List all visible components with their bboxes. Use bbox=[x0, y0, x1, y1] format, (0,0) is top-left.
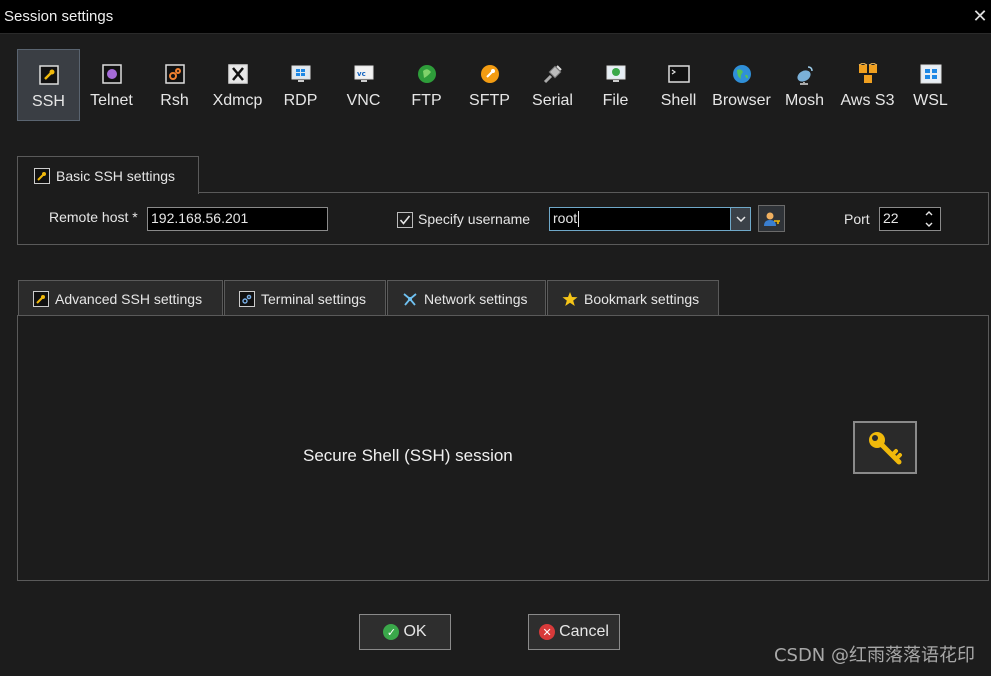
session-type-mosh[interactable]: Mosh bbox=[773, 49, 836, 121]
tab-label: Basic SSH settings bbox=[56, 167, 176, 184]
session-type-rsh[interactable]: Rsh bbox=[143, 49, 206, 121]
session-type-label: VNC bbox=[346, 92, 381, 109]
username-combobox[interactable]: root bbox=[549, 207, 751, 231]
tab-content-panel: Secure Shell (SSH) session bbox=[17, 315, 989, 581]
arrow-up-icon[interactable] bbox=[925, 211, 933, 216]
tab-basic-ssh-settings[interactable]: Basic SSH settings bbox=[17, 156, 199, 194]
cancel-label: Cancel bbox=[559, 623, 609, 640]
user-key-icon bbox=[763, 212, 780, 226]
arrow-down-icon[interactable] bbox=[925, 222, 933, 227]
tab-label: Bookmark settings bbox=[584, 290, 700, 307]
rsh-icon bbox=[164, 63, 186, 85]
window-title: Session settings bbox=[4, 8, 114, 25]
session-type-file[interactable]: File bbox=[584, 49, 647, 121]
session-type-label: SSH bbox=[32, 93, 65, 110]
session-type-serial[interactable]: Serial bbox=[521, 49, 584, 121]
network-icon bbox=[402, 291, 418, 307]
check-icon: ✓ bbox=[383, 624, 400, 640]
ftp-icon bbox=[416, 63, 438, 85]
username-value: root bbox=[553, 210, 578, 226]
remote-host-input[interactable]: 192.168.56.201 bbox=[147, 207, 328, 231]
tab-advanced-ssh-settings[interactable]: Advanced SSH settings bbox=[18, 280, 223, 316]
tab-label: Advanced SSH settings bbox=[55, 290, 203, 307]
chevron-down-icon bbox=[735, 216, 746, 222]
session-type-label: SFTP bbox=[469, 92, 510, 109]
port-label: Port bbox=[844, 211, 870, 227]
key-icon bbox=[853, 421, 917, 474]
session-type-sftp[interactable]: SFTP bbox=[458, 49, 521, 121]
session-type-label: Shell bbox=[660, 92, 697, 109]
shell-icon bbox=[667, 63, 690, 85]
session-type-rdp[interactable]: RDP bbox=[269, 49, 332, 121]
username-dropdown-button[interactable] bbox=[730, 208, 750, 230]
wsl-icon bbox=[920, 63, 942, 85]
terminal-icon bbox=[239, 290, 255, 307]
watermark: CSDN @红雨落落语花印 bbox=[773, 645, 975, 666]
ok-button[interactable]: ✓ OK bbox=[359, 614, 451, 650]
ok-label: OK bbox=[403, 623, 427, 640]
cancel-button[interactable]: ✕ Cancel bbox=[528, 614, 620, 650]
session-type-ssh[interactable]: SSH bbox=[17, 49, 80, 121]
star-icon bbox=[562, 291, 578, 307]
session-settings-dialog: SSH Telnet Rsh Xdmcp RDP vc VNC FTP SFTP… bbox=[0, 35, 991, 676]
session-type-label: Serial bbox=[532, 92, 573, 109]
tab-label: Terminal settings bbox=[261, 290, 367, 307]
remote-host-label: Remote host * bbox=[49, 209, 138, 225]
tab-network-settings[interactable]: Network settings bbox=[387, 280, 546, 316]
session-type-label: Aws S3 bbox=[840, 92, 895, 109]
session-type-xdmcp[interactable]: Xdmcp bbox=[206, 49, 269, 121]
wrench-icon bbox=[34, 167, 50, 184]
checkmark-icon bbox=[399, 215, 411, 225]
session-type-label: Mosh bbox=[784, 92, 825, 109]
session-type-shell[interactable]: Shell bbox=[647, 49, 710, 121]
close-icon[interactable]: ✕ bbox=[969, 4, 991, 28]
rdp-icon bbox=[290, 63, 312, 85]
tab-label: Network settings bbox=[424, 290, 528, 307]
aws-s3-icon bbox=[857, 63, 879, 85]
title-bar: Session settings ✕ bbox=[0, 0, 991, 34]
vnc-icon: vc bbox=[353, 63, 375, 85]
user-credentials-button[interactable] bbox=[758, 205, 785, 232]
serial-icon bbox=[542, 63, 564, 85]
specify-username-label: Specify username bbox=[418, 211, 531, 227]
session-type-label: RDP bbox=[283, 92, 318, 109]
browser-icon bbox=[731, 63, 753, 85]
session-type-label: WSL bbox=[913, 92, 948, 109]
session-type-label: Rsh bbox=[160, 92, 189, 109]
session-type-telnet[interactable]: Telnet bbox=[80, 49, 143, 121]
xdmcp-icon bbox=[227, 63, 249, 85]
session-type-vnc[interactable]: vc VNC bbox=[332, 49, 395, 121]
session-type-wsl[interactable]: WSL bbox=[899, 49, 962, 121]
sftp-icon bbox=[479, 63, 501, 85]
svg-text:vc: vc bbox=[357, 70, 366, 78]
session-type-aws-s3[interactable]: Aws S3 bbox=[836, 49, 899, 121]
settings-tabs: Advanced SSH settings Terminal settings … bbox=[18, 280, 720, 316]
session-type-label: Telnet bbox=[90, 92, 133, 109]
tab-terminal-settings[interactable]: Terminal settings bbox=[224, 280, 386, 316]
telnet-icon bbox=[101, 63, 123, 85]
ssh-icon bbox=[38, 64, 60, 86]
session-description: Secure Shell (SSH) session bbox=[303, 446, 513, 465]
mosh-icon bbox=[794, 63, 816, 85]
session-type-toolbar: SSH Telnet Rsh Xdmcp RDP vc VNC FTP SFTP… bbox=[17, 49, 962, 121]
wrench-icon bbox=[33, 290, 49, 307]
session-type-label: Xdmcp bbox=[212, 92, 263, 109]
port-input[interactable]: 22 bbox=[879, 207, 941, 231]
session-type-label: File bbox=[602, 92, 629, 109]
port-value: 22 bbox=[883, 210, 899, 226]
specify-username-checkbox[interactable] bbox=[397, 212, 413, 228]
cancel-icon: ✕ bbox=[539, 624, 556, 640]
port-spinner[interactable] bbox=[920, 208, 938, 230]
basic-ssh-panel: Remote host * 192.168.56.201 Specify use… bbox=[17, 192, 989, 245]
session-type-label: Browser bbox=[712, 92, 771, 109]
file-icon bbox=[605, 63, 627, 85]
tab-bookmark-settings[interactable]: Bookmark settings bbox=[547, 280, 719, 316]
session-type-label: FTP bbox=[411, 92, 442, 109]
session-type-ftp[interactable]: FTP bbox=[395, 49, 458, 121]
session-type-browser[interactable]: Browser bbox=[710, 49, 773, 121]
